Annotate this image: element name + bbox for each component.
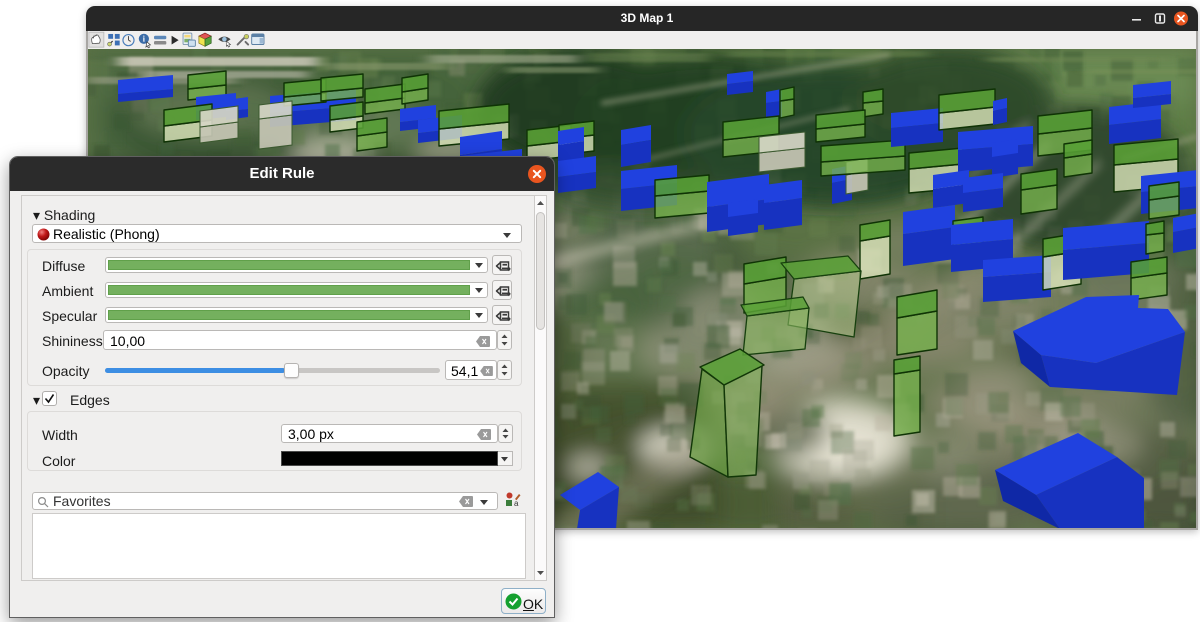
svg-text:a: a — [514, 499, 519, 508]
